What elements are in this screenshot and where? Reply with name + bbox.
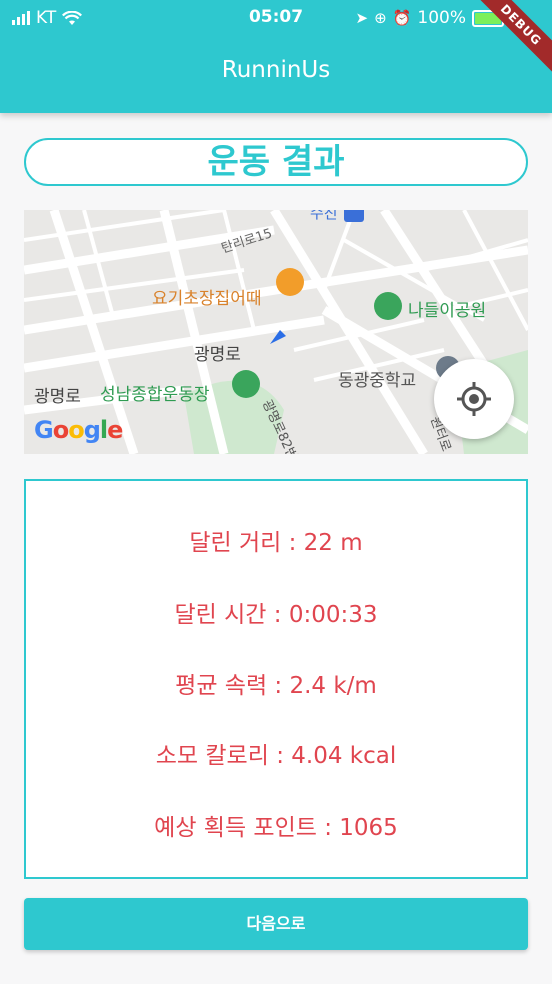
status-bar: KT 05:07 ➤ ⊕ ⏰ 100% — [0, 0, 552, 36]
stat-distance: 달린 거리 : 22 m — [189, 530, 363, 556]
app-bar: KT 05:07 ➤ ⊕ ⏰ 100% DEBUG RunninUs — [0, 0, 552, 113]
stat-time: 달린 시간 : 0:00:33 — [174, 602, 378, 628]
result-title: 운동 결과 — [24, 138, 528, 186]
stats-panel: 달린 거리 : 22 m 달린 시간 : 0:00:33 평균 속력 : 2.4… — [24, 479, 528, 879]
map-view[interactable]: 요기초장집어때 나들이공원 광명로 광명로 성남종합운동장 동광중학교 광명로8… — [24, 210, 528, 454]
stat-calories: 소모 칼로리 : 4.04 kcal — [155, 743, 397, 769]
next-button[interactable]: 다음으로 — [24, 898, 528, 950]
location-arrow-icon: ➤ — [355, 9, 369, 27]
map-label-park: 나들이공원 — [408, 301, 487, 321]
stat-average-speed: 평균 속력 : 2.4 k/m — [175, 673, 377, 699]
alarm-icon: ⏰ — [392, 9, 412, 27]
map-label-restaurant: 요기초장집어때 — [152, 289, 262, 309]
crosshair-icon — [457, 382, 491, 416]
battery-percent: 100% — [417, 8, 466, 28]
map-label-school: 동광중학교 — [338, 371, 417, 391]
map-label-road-2: 광명로 — [34, 387, 81, 407]
map-label-stadium: 성남종합운동장 — [100, 385, 210, 405]
google-logo: Google — [34, 416, 123, 444]
rotation-lock-icon: ⊕ — [374, 9, 387, 27]
map-label-station: 수진 — [310, 210, 338, 222]
app-title: RunninUs — [221, 57, 331, 83]
map-label-road-1: 광명로 — [194, 345, 241, 365]
my-location-button[interactable] — [434, 359, 514, 439]
stat-expected-points: 예상 획득 포인트 : 1065 — [154, 815, 398, 841]
